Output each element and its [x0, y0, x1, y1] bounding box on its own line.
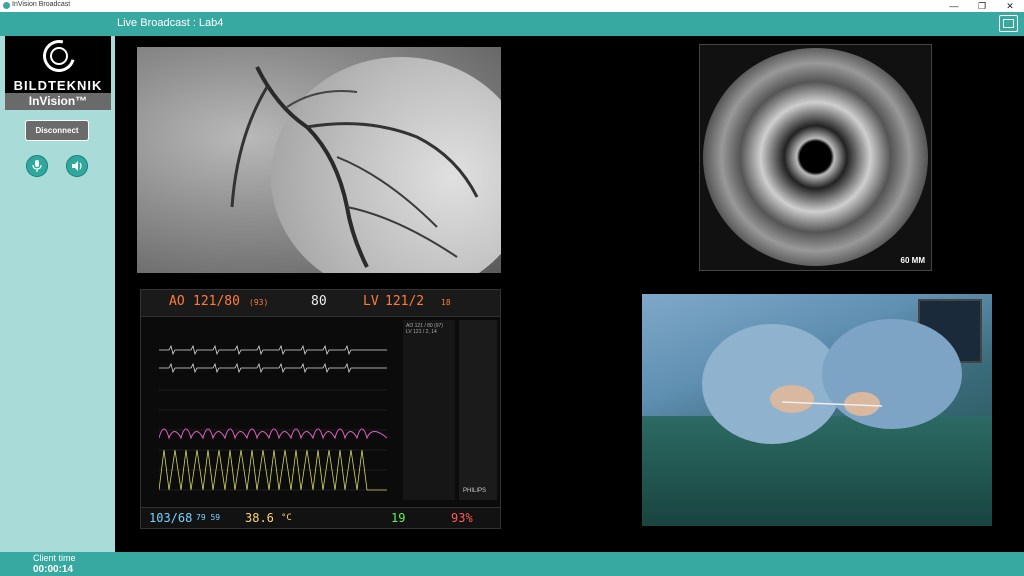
respiration-value: 19 [391, 511, 406, 525]
broadcast-title: Live Broadcast : Lab4 [117, 17, 224, 29]
monitor-bottom-bar: 103/68 79 59 38.6 °C 19 93% [141, 507, 500, 528]
spo2-value: 93% [451, 511, 473, 525]
window-title: InVision Broadcast [12, 1, 71, 8]
client-time-value: 00:00:14 [33, 564, 74, 575]
spo2-small-value: 79 59 [196, 513, 221, 522]
fullscreen-icon[interactable] [999, 15, 1018, 32]
ao-label: AO [169, 294, 185, 309]
app-icon [3, 2, 10, 9]
monitor-side-panel: AO 121 / 80 (97) LV 121 / 2, 14 [403, 320, 455, 500]
ao-mean: (93) [249, 298, 269, 307]
logo-brand-text: BILDTEKNIK [13, 78, 103, 93]
ivus-cross-section [703, 48, 928, 266]
lv-extra: 18 [441, 298, 451, 307]
waveform-area [159, 344, 387, 491]
sidebar: BILDTEKNIK InVision™ Disconnect [0, 34, 115, 552]
lv-label: LV [363, 294, 379, 309]
nibp-value: 103/68 [149, 511, 193, 525]
speaker-icon [72, 161, 82, 171]
speaker-button[interactable] [66, 155, 88, 177]
close-icon[interactable]: ✕ [996, 0, 1024, 12]
logo-product-text: InVision™ [5, 93, 111, 110]
monitor-top-bar: AO 121/80 (93) 80 LV 121/2 18 [141, 290, 500, 317]
lv-value: 121/2 [385, 294, 425, 309]
logo-inner-ring-icon [50, 47, 68, 65]
microphone-button[interactable] [26, 155, 48, 177]
monitor-brand: PHILIPS [463, 488, 487, 494]
heart-rate: 80 [311, 294, 327, 309]
ivus-scale-label: 60 MM [900, 256, 925, 265]
coronary-vessels [230, 66, 479, 268]
app-header: Live Broadcast : Lab4 [0, 12, 1024, 36]
footer-bar: Client time 00:00:14 [0, 552, 1024, 576]
microphone-icon [32, 160, 42, 172]
restore-icon[interactable]: ❐ [968, 0, 996, 12]
temperature-value: 38.6 [245, 511, 274, 525]
ivus-feed: 60 MM [699, 44, 932, 271]
surgeon-hands-shape [702, 319, 962, 444]
monitor-side-info-2: LV 121 / 2, 14 [406, 329, 437, 335]
ao-value: 121/80 [193, 294, 240, 309]
temperature-unit: °C [281, 513, 292, 523]
minimize-icon[interactable]: — [940, 0, 968, 12]
monitor-icon-column: PHILIPS [459, 320, 497, 500]
angiography-feed [137, 47, 501, 273]
patient-monitor-feed: AO 121/80 (93) 80 LV 121/2 18 AO 121 / 8… [140, 289, 501, 529]
disconnect-button[interactable]: Disconnect [25, 120, 89, 141]
room-camera-feed [642, 294, 992, 526]
client-time-label: Client time [33, 553, 76, 563]
